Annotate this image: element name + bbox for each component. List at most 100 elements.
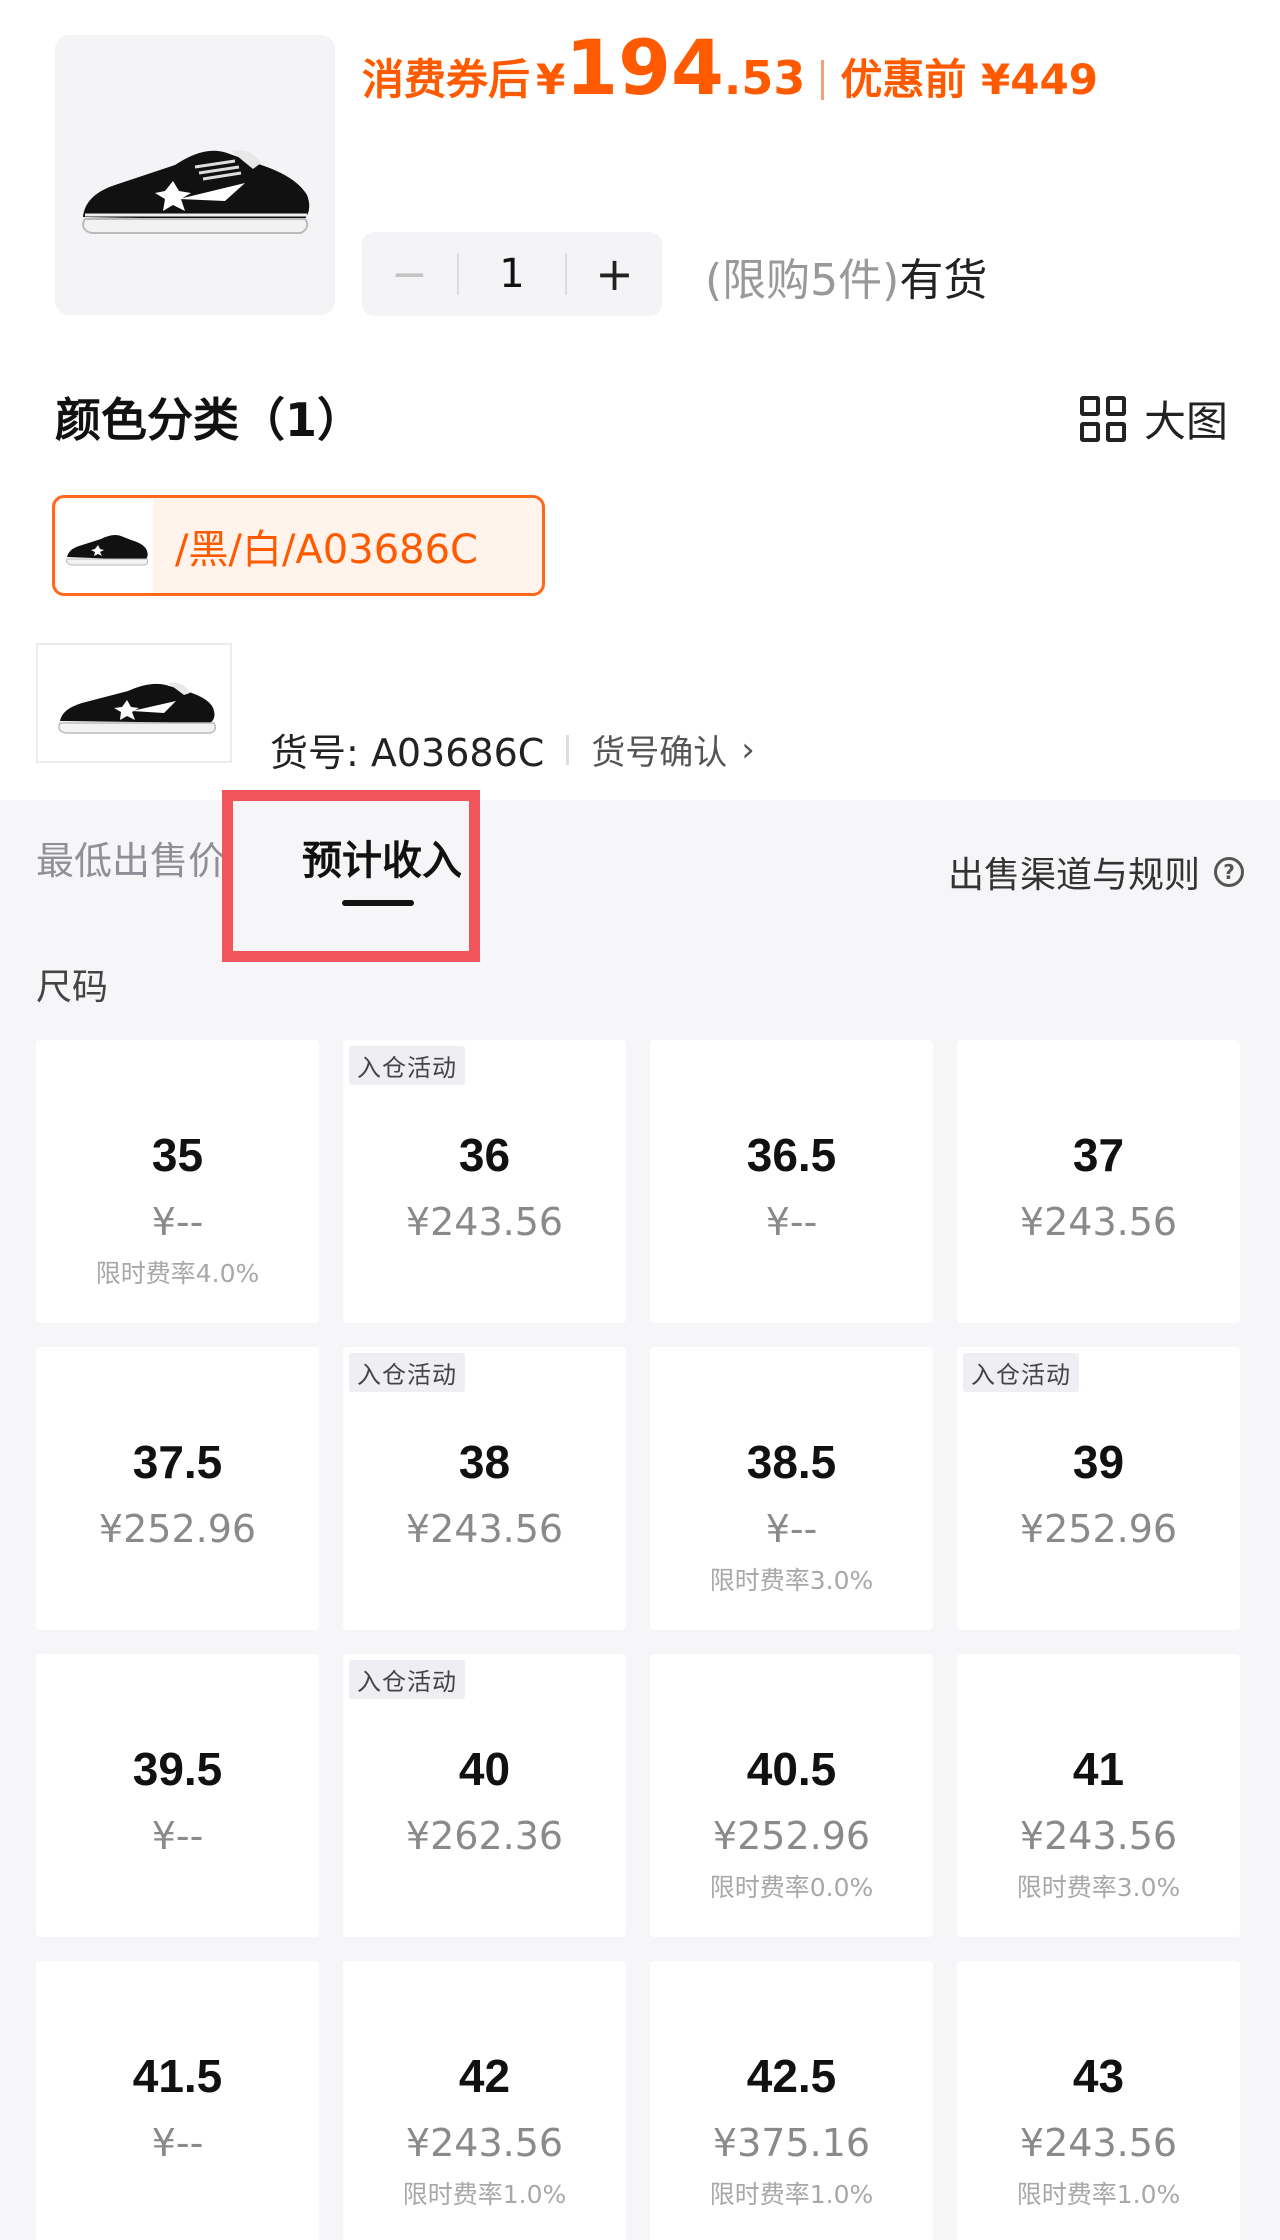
size-price: ¥-- [151,1814,204,1858]
size-price: ¥262.36 [405,1814,564,1858]
size-cell[interactable]: 39.5 ¥-- [36,1654,319,1937]
original-price: 优惠前 ¥449 [840,55,1098,104]
product-thumbnail[interactable] [55,35,335,315]
stock-status: 有货 [899,255,988,306]
stock-info: (限购5件)有货 [705,244,987,308]
article-number-row: 货号: A03686C 货号确认 › [270,722,755,777]
size-value: 38.5 [746,1436,837,1488]
size-cell[interactable]: 36.5 ¥-- [650,1040,933,1323]
size-price: ¥-- [151,1200,204,1244]
size-value: 42.5 [746,2050,837,2102]
color-option-label: /黑/白/A03686C [175,526,478,573]
highlight-box [222,790,480,962]
fee-rate: 限时费率1.0% [402,2180,567,2209]
warehouse-badge: 入仓活动 [349,1046,465,1085]
size-value: 36.5 [746,1129,837,1181]
increase-button[interactable]: + [567,247,662,301]
sales-rules-link[interactable]: 出售渠道与规则 ? [948,846,1244,898]
size-price: ¥243.56 [405,1507,564,1551]
size-price: ¥243.56 [1019,1200,1178,1244]
decrease-button[interactable]: − [362,249,457,300]
size-value: 41 [1072,1743,1125,1795]
quantity-value[interactable]: 1 [459,251,565,297]
size-cell[interactable]: 40.5 ¥252.96 限时费率0.0% [650,1654,933,1937]
size-price: ¥-- [765,1507,818,1551]
size-price: ¥-- [765,1200,818,1244]
size-price: ¥243.56 [1019,1814,1178,1858]
size-cell[interactable]: 41 ¥243.56 限时费率3.0% [957,1654,1240,1937]
article-image[interactable] [36,643,232,763]
fee-rate: 限时费率3.0% [709,1566,874,1595]
fee-rate: 限时费率1.0% [709,2180,874,2209]
size-cell[interactable]: 入仓活动 39 ¥252.96 [957,1347,1240,1630]
size-price: ¥252.96 [1019,1507,1178,1551]
size-value: 36 [458,1129,511,1181]
color-section-title: 颜色分类（1） [55,393,364,447]
sneaker-mini-image [66,534,149,565]
size-cell[interactable]: 37.5 ¥252.96 [36,1347,319,1630]
fee-rate: 限时费率1.0% [1016,2180,1181,2209]
fee-rate: 限时费率0.0% [709,1873,874,1902]
size-cell[interactable]: 41.5 ¥-- [36,1961,319,2240]
warehouse-badge: 入仓活动 [349,1353,465,1392]
tab-lowest-price[interactable]: 最低出售价 [36,830,226,885]
warehouse-badge: 入仓活动 [963,1353,1079,1392]
sneaker-article-image [58,682,217,734]
size-cell[interactable]: 37 ¥243.56 [957,1040,1240,1323]
size-value: 37.5 [132,1436,223,1488]
size-value: 40.5 [746,1743,837,1795]
color-option-chip[interactable]: /黑/白/A03686C [52,495,545,596]
size-price: ¥252.96 [712,1814,871,1858]
size-value: 41.5 [132,2050,223,2102]
fee-rate: 限时费率3.0% [1016,1873,1181,1902]
purchase-limit: (限购5件) [705,255,900,306]
size-grid: 35 ¥-- 限时费率4.0% 入仓活动 36 ¥243.56 36.5 ¥-- 37 ¥2… [36,1040,1240,2240]
size-value: 35 [151,1129,204,1181]
article-number: 货号: A03686C [270,731,545,775]
size-cell[interactable]: 38.5 ¥-- 限时费率3.0% [650,1347,933,1630]
size-cell[interactable]: 43 ¥243.56 限时费率1.0% [957,1961,1240,2240]
size-price: ¥243.56 [405,1200,564,1244]
size-value: 43 [1072,2050,1125,2102]
price-integer: 194 [565,23,724,112]
sneaker-image [82,150,310,234]
size-cell[interactable]: 入仓活动 40 ¥262.36 [343,1654,626,1937]
help-icon: ? [1214,857,1244,887]
price-divider [821,60,825,100]
big-view-button[interactable]: 大图 [1079,388,1228,449]
quantity-stepper: − 1 + [362,232,662,316]
size-value: 39.5 [132,1743,223,1795]
size-price-panel: 最低出售价 预计收入 出售渠道与规则 ? 尺码 35 ¥-- 限时费率4.0% 入仓… [0,790,1280,2240]
size-price: ¥-- [151,2121,204,2165]
size-price: ¥243.56 [405,2121,564,2165]
size-value: 39 [1072,1436,1125,1488]
color-thumbnail [57,498,153,593]
size-cell[interactable]: 42 ¥243.56 限时费率1.0% [343,1961,626,2240]
size-price: ¥243.56 [1019,2121,1178,2165]
size-price: ¥252.96 [98,1507,257,1551]
sales-rules-label: 出售渠道与规则 [947,855,1200,896]
grid-icon [1079,395,1126,442]
size-value: 42 [458,2050,511,2102]
coupon-label: 消费券后 [362,55,531,104]
warehouse-badge: 入仓活动 [349,1660,465,1699]
chevron-right-icon[interactable]: › [741,730,755,770]
size-price: ¥375.16 [712,2121,871,2165]
tab-bar: 最低出售价 预计收入 出售渠道与规则 ? [0,790,1280,962]
size-section-label: 尺码 [36,967,109,1008]
size-cell[interactable]: 入仓活动 38 ¥243.56 [343,1347,626,1630]
size-cell[interactable]: 35 ¥-- 限时费率4.0% [36,1040,319,1323]
price-line: 消费券后 ¥ 194 .53 优惠前 ¥449 [362,30,1098,130]
fee-rate: 限时费率4.0% [95,1259,260,1288]
big-view-label: 大图 [1143,397,1228,446]
size-value: 37 [1072,1129,1125,1181]
price-decimal: .53 [723,51,806,105]
product-header: 消费券后 ¥ 194 .53 优惠前 ¥449 − 1 + (限购5件)有货 颜… [0,0,1280,800]
size-value: 38 [458,1436,511,1488]
size-cell[interactable]: 入仓活动 36 ¥243.56 [343,1040,626,1323]
price-currency: ¥ [536,55,566,104]
size-cell[interactable]: 42.5 ¥375.16 限时费率1.0% [650,1961,933,2240]
article-confirm-link[interactable]: 货号确认 [591,725,727,774]
size-value: 40 [458,1743,511,1795]
article-divider [566,734,570,765]
